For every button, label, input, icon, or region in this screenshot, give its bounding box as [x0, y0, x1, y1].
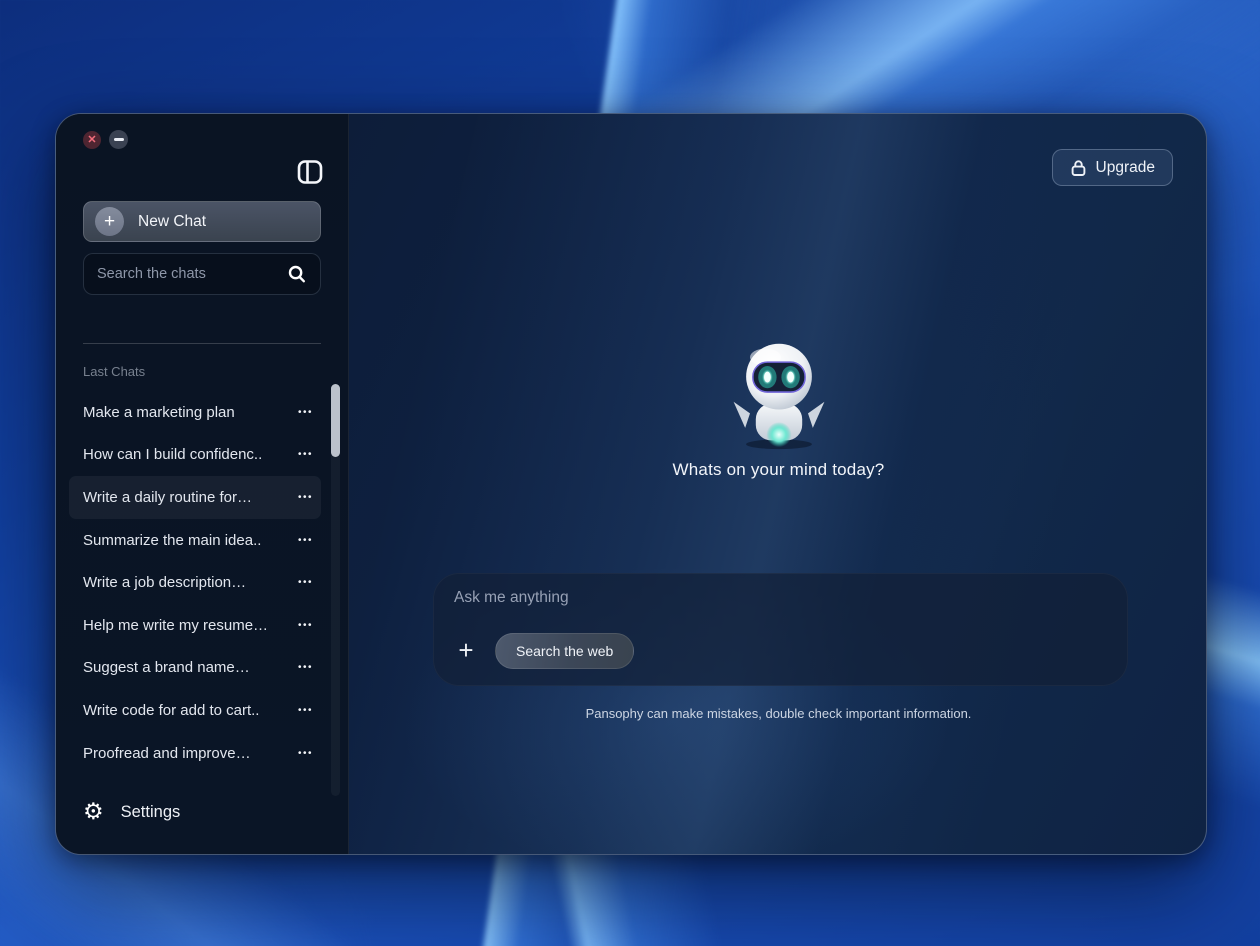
plus-icon: +	[95, 207, 124, 236]
chat-options-icon[interactable]: •••	[296, 445, 315, 464]
chat-list-item[interactable]: Proofread and improve… •••	[69, 732, 321, 775]
chat-list-item[interactable]: Write code for add to cart.. •••	[69, 689, 321, 732]
settings-label: Settings	[121, 803, 181, 822]
search-web-label: Search the web	[516, 643, 613, 659]
chat-options-icon[interactable]: •••	[296, 658, 315, 677]
chat-list-item[interactable]: Write a job description… •••	[69, 561, 321, 604]
sidebar-toggle-icon[interactable]	[296, 158, 324, 186]
search-web-button[interactable]: Search the web	[495, 633, 634, 669]
chat-list-item[interactable]: Summarize the main idea.. •••	[69, 519, 321, 562]
chat-options-icon[interactable]: •••	[296, 403, 315, 422]
last-chats-label: Last Chats	[83, 364, 145, 379]
sidebar-divider	[83, 343, 321, 344]
chat-list: Make a marketing plan ••• How can I buil…	[69, 391, 321, 774]
chat-list-item[interactable]: How can I build confidenc.. •••	[69, 434, 321, 477]
disclaimer-text: Pansophy can make mistakes, double check…	[349, 706, 1207, 721]
close-window-icon[interactable]: ✕	[83, 131, 101, 149]
main-content: Upgrade	[349, 114, 1207, 854]
message-input[interactable]	[454, 589, 1054, 607]
new-chat-button[interactable]: + New Chat	[83, 201, 321, 242]
chat-options-icon[interactable]: •••	[296, 488, 315, 507]
chat-search	[83, 253, 321, 295]
settings-button[interactable]: ⚙ Settings	[83, 801, 180, 824]
chat-options-icon[interactable]: •••	[296, 573, 315, 592]
chat-search-input[interactable]	[97, 266, 287, 282]
chat-list-item[interactable]: Make a marketing plan •••	[69, 391, 321, 434]
sidebar-scrollbar[interactable]	[331, 384, 340, 796]
robot-mascot	[721, 336, 837, 452]
gear-icon: ⚙	[83, 801, 104, 824]
search-icon[interactable]	[287, 264, 307, 284]
chat-list-item[interactable]: Help me write my resume… •••	[69, 604, 321, 647]
upgrade-button[interactable]: Upgrade	[1052, 149, 1173, 186]
chat-options-icon[interactable]: •••	[296, 531, 315, 550]
sidebar: ✕ + New Chat Last Chats	[56, 114, 349, 854]
app-window: ✕ + New Chat Last Chats	[55, 113, 1207, 855]
lock-icon	[1070, 159, 1087, 177]
chat-options-icon[interactable]: •••	[296, 744, 315, 763]
chat-list-item[interactable]: Suggest a brand name… •••	[69, 647, 321, 690]
hero: Whats on your mind today?	[349, 336, 1207, 480]
attach-plus-icon[interactable]: +	[450, 635, 482, 667]
new-chat-label: New Chat	[138, 213, 206, 231]
chat-list-item-selected[interactable]: Write a daily routine for… •••	[69, 476, 321, 519]
chat-options-icon[interactable]: •••	[296, 701, 315, 720]
minimize-window-icon[interactable]	[109, 130, 128, 149]
greeting-text: Whats on your mind today?	[673, 460, 885, 480]
upgrade-label: Upgrade	[1096, 159, 1155, 177]
sidebar-scrollbar-thumb[interactable]	[331, 384, 340, 457]
composer: + Search the web	[433, 573, 1128, 686]
window-controls: ✕	[83, 130, 128, 149]
chat-options-icon[interactable]: •••	[296, 616, 315, 635]
